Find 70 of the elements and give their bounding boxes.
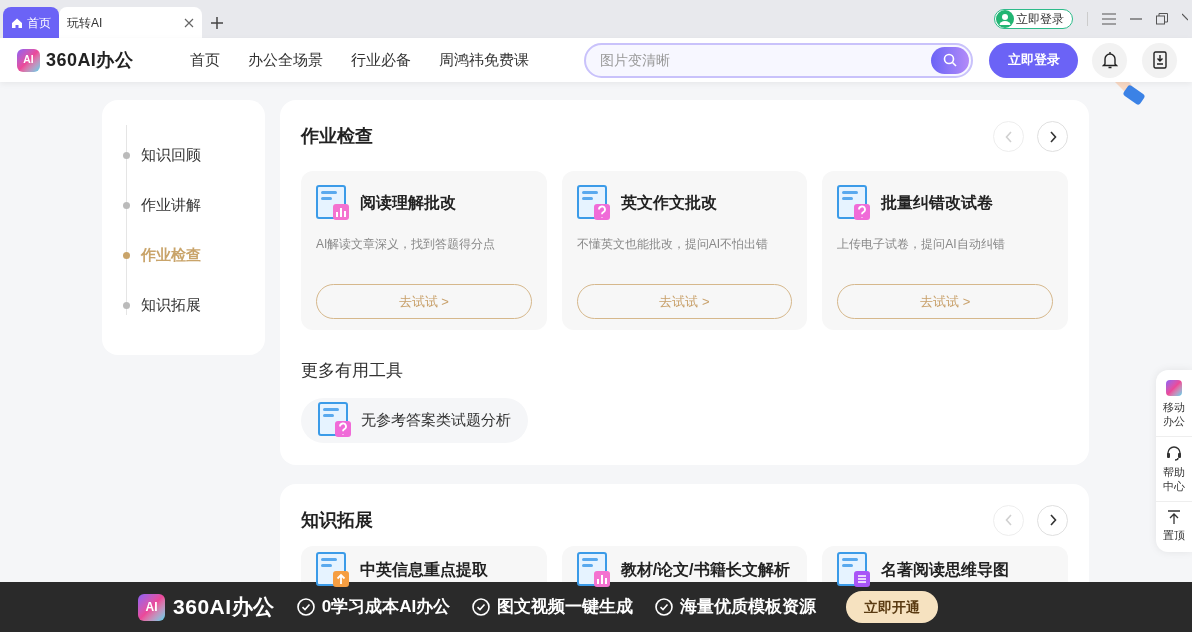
sidebar-item[interactable]: 作业讲解: [102, 180, 265, 230]
tool-card[interactable]: 阅读理解批改 AI解读文章深义，找到答题得分点 去试试 >: [301, 171, 547, 330]
card-title: 教材/论文/书籍长文解析: [620, 559, 790, 580]
card-description: 上传电子试卷，提问AI自动纠错: [837, 236, 1006, 253]
browser-tab[interactable]: 首页: [3, 7, 59, 38]
banner-logo-text: 360AI办公: [173, 594, 275, 621]
toolbar-label[interactable]: 移动办公: [1161, 400, 1187, 428]
feature-text: 图文视频一键生成: [497, 596, 634, 619]
next-button[interactable]: [1037, 121, 1068, 152]
nav-link[interactable]: 行业必备: [351, 48, 412, 72]
login-button[interactable]: 立即登录: [989, 42, 1079, 78]
ai-logo-icon: AI: [138, 593, 165, 621]
download-icon: [1152, 51, 1167, 69]
card-description: 不懂英文也能批改，提问AI不怕出错: [576, 236, 769, 253]
new-tab-icon[interactable]: [211, 17, 223, 29]
logo-text: 360AI办公: [46, 48, 134, 72]
card-title: 名著阅读思维导图: [881, 559, 1010, 580]
login-pill[interactable]: 立即登录: [994, 9, 1073, 29]
section-title: 作业检查: [301, 125, 373, 148]
section-title: 知识拓展: [301, 508, 373, 532]
browser-tab[interactable]: 玩转AI: [59, 7, 202, 38]
download-button[interactable]: [1142, 42, 1178, 78]
document-icon: [576, 185, 611, 221]
tab-label: 玩转AI: [67, 14, 103, 32]
search-input[interactable]: 图片变清晰: [600, 49, 932, 71]
document-icon: [316, 551, 350, 588]
card-title: 阅读理解批改: [360, 193, 456, 213]
document-icon: [837, 185, 872, 221]
tool-card[interactable]: 批量纠错改试卷 上传电子试卷，提问AI自动纠错 去试试 >: [822, 171, 1068, 330]
chevron-right-icon: [1048, 514, 1057, 526]
chevron-left-icon: [1004, 514, 1013, 526]
ai-logo-icon[interactable]: [1166, 380, 1182, 396]
card-title: 中英信息重点提取: [360, 559, 488, 580]
search-field[interactable]: 图片变清晰: [584, 42, 974, 78]
user-icon: [996, 10, 1014, 28]
card-title: 英文作文批改: [620, 193, 717, 213]
bell-icon: [1101, 51, 1118, 69]
feature-text: 0学习成本AI办公: [321, 596, 451, 619]
card-description: AI解读文章深义，找到答题得分点: [316, 236, 497, 253]
sidebar-item[interactable]: 知识回顾: [102, 130, 265, 180]
search-icon: [943, 53, 958, 67]
notification-button[interactable]: [1092, 42, 1128, 78]
document-icon: [837, 551, 872, 588]
tool-card[interactable]: 英文作文批改 不懂英文也能批改，提问AI不怕出错 去试试 >: [561, 171, 808, 330]
home-icon: [11, 16, 23, 29]
ai-logo-icon: AI: [17, 48, 40, 72]
headset-icon[interactable]: [1166, 445, 1182, 461]
document-icon: [576, 551, 611, 588]
subscribe-button[interactable]: 立即开通: [846, 591, 939, 623]
check-circle-icon: [296, 598, 315, 616]
nav-link[interactable]: 首页: [190, 48, 221, 72]
more-tools-title: 更多有用工具: [301, 360, 404, 382]
document-icon: [318, 402, 352, 438]
nav-link[interactable]: 办公全场景: [248, 48, 324, 72]
feature-text: 海量优质模板资源: [680, 596, 817, 619]
document-icon: [316, 185, 350, 221]
toolbar-label[interactable]: 置顶: [1161, 528, 1187, 542]
toolbar-label[interactable]: 帮助中心: [1161, 465, 1187, 493]
search-button[interactable]: [931, 46, 970, 74]
nav-link[interactable]: 周鸿祎免费课: [439, 48, 530, 72]
chevron-left-icon: [1004, 130, 1013, 143]
back-to-top-icon[interactable]: [1168, 510, 1180, 524]
check-circle-icon: [655, 598, 674, 616]
check-circle-icon: [472, 598, 491, 616]
restore-icon[interactable]: [1156, 13, 1168, 25]
tab-label: 首页: [27, 14, 51, 32]
card-title: 批量纠错改试卷: [881, 193, 994, 213]
sidebar-item[interactable]: 知识拓展: [102, 280, 265, 330]
chevron-right-icon: [1048, 130, 1057, 143]
tool-chip[interactable]: 无参考答案类试题分析: [301, 397, 528, 443]
